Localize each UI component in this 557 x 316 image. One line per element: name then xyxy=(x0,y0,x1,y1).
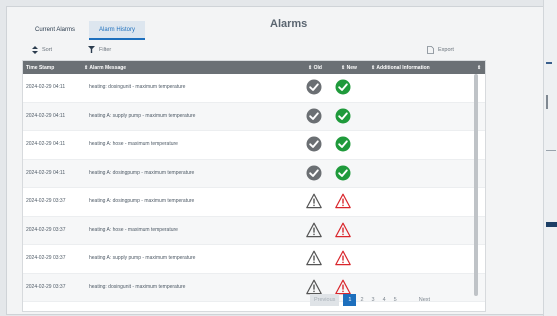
old-check-icon xyxy=(306,165,322,180)
table-row[interactable]: 2024-02-29 03:37 heating A: dosingpump - … xyxy=(23,188,485,217)
cell-old xyxy=(306,131,326,158)
cell-message: heating A: dosingpump - maximum temperat… xyxy=(89,198,195,204)
table-body: 2024-02-29 04:11 heating: dosingunit - ma… xyxy=(23,74,485,302)
page-title: Alarms xyxy=(270,18,308,30)
cell-timestamp: 2024-02-29 04:11 xyxy=(26,141,66,147)
cell-timestamp: 2024-02-29 03:37 xyxy=(26,226,66,233)
table-row[interactable]: 2024-02-29 04:11 heating A: dosingpump - … xyxy=(23,159,485,188)
side-panel-tab-marker xyxy=(546,62,552,64)
page-1-button[interactable]: 1 xyxy=(343,294,357,306)
new-check-icon xyxy=(335,108,351,123)
cell-message: heating: dosingunit - maximum temperatur… xyxy=(89,283,186,290)
cell-old xyxy=(306,160,326,187)
old-check-icon xyxy=(306,79,322,95)
cell-new xyxy=(335,160,355,187)
cell-new xyxy=(335,131,355,158)
cell-message: heating: dosingunit - maximum temperatur… xyxy=(89,84,186,90)
side-panel-divider xyxy=(546,150,556,151)
cell-new xyxy=(335,245,355,272)
export-icon xyxy=(427,46,434,54)
new-warning-icon xyxy=(335,193,351,209)
new-warning-icon xyxy=(335,250,351,266)
table-scrollbar[interactable] xyxy=(474,74,478,296)
table-row[interactable]: 2024-02-29 04:11 heating A: hose - maximu… xyxy=(23,131,485,160)
column-header-new[interactable]: ⇕ New xyxy=(341,65,357,71)
old-check-icon xyxy=(306,136,322,152)
side-panel-divider xyxy=(546,95,548,109)
new-warning-icon xyxy=(335,279,351,294)
sort-icon xyxy=(32,46,38,54)
old-warning-icon xyxy=(306,193,322,209)
old-warning-icon xyxy=(306,250,322,266)
old-check-icon xyxy=(306,108,322,123)
new-check-icon xyxy=(335,79,351,95)
cell-message: heating A: dosingpump - maximum temperat… xyxy=(89,169,195,176)
toolbar: Sort Filter Export xyxy=(22,44,484,58)
cell-old xyxy=(306,74,326,101)
new-check-icon xyxy=(335,136,351,152)
old-warning-icon xyxy=(306,279,322,294)
tab-current-alarms[interactable]: Current Alarms xyxy=(25,21,86,40)
filter-label: Filter xyxy=(99,46,112,53)
cell-timestamp: 2024-02-29 04:11 xyxy=(26,169,66,176)
column-header-old[interactable]: ⇕ Old xyxy=(308,65,322,71)
sort-button[interactable]: Sort xyxy=(32,46,52,54)
filter-button[interactable]: Filter xyxy=(88,46,111,53)
filter-icon xyxy=(88,46,95,53)
table-row[interactable]: 2024-02-29 03:37 heating A: supply pump -… xyxy=(23,245,485,274)
page-2-button[interactable]: 2 xyxy=(356,294,367,306)
sort-label: Sort xyxy=(42,47,53,53)
cell-message: heating A: supply pump - maximum tempera… xyxy=(89,255,196,261)
page-4-button[interactable]: 4 xyxy=(379,294,390,306)
page-5-button[interactable]: 5 xyxy=(390,294,401,306)
next-page-button[interactable]: Next xyxy=(415,294,434,306)
column-header-info[interactable]: ⇕ Additional Information xyxy=(371,65,430,71)
cell-new xyxy=(335,103,355,130)
cell-old xyxy=(306,188,326,215)
column-header-new-label: New xyxy=(346,65,357,71)
table-header: Time Stamp ⇕ Alarm Message ⇕ Old ⇕ New ⇕… xyxy=(23,61,485,74)
page-3-button[interactable]: 3 xyxy=(368,294,379,306)
cell-old xyxy=(306,103,326,130)
cell-timestamp: 2024-02-29 03:37 xyxy=(26,198,66,204)
column-header-timestamp[interactable]: Time Stamp xyxy=(26,65,54,71)
cell-new xyxy=(335,188,355,215)
cell-old xyxy=(306,245,326,272)
cell-message: heating A: supply pump - maximum tempera… xyxy=(89,112,196,119)
export-button[interactable]: Export xyxy=(427,46,454,54)
new-warning-icon xyxy=(335,222,351,237)
side-panel-progress-bar xyxy=(546,222,557,227)
old-warning-icon xyxy=(306,222,322,237)
cell-message: heating A: hose - maximum temperature xyxy=(89,226,178,233)
table-row[interactable]: 2024-02-29 04:11 heating: dosingunit - ma… xyxy=(23,74,485,103)
cell-new xyxy=(335,74,355,101)
cell-old xyxy=(306,217,326,244)
column-header-old-label: Old xyxy=(313,65,322,71)
pagination: Previous 1 2 3 4 5 Next xyxy=(310,294,434,306)
column-header-info-label: Additional Information xyxy=(376,65,430,71)
cell-timestamp: 2024-02-29 03:37 xyxy=(26,283,66,290)
cell-timestamp: 2024-02-29 04:11 xyxy=(26,112,66,119)
cell-timestamp: 2024-02-29 04:11 xyxy=(26,84,66,90)
previous-page-button[interactable]: Previous xyxy=(310,294,340,306)
new-check-icon xyxy=(335,165,351,180)
column-header-message-label: Alarm Message xyxy=(89,65,127,71)
tab-bar: Current Alarms Alarm History xyxy=(25,21,146,40)
cell-timestamp: 2024-02-29 03:37 xyxy=(26,255,66,261)
table-row[interactable]: 2024-02-29 04:11 heating A: supply pump -… xyxy=(23,102,485,131)
export-label: Export xyxy=(438,47,454,53)
cell-message: heating A: hose - maximum temperature xyxy=(89,141,178,147)
side-panel-edge xyxy=(543,0,557,316)
tab-alarm-history[interactable]: Alarm History xyxy=(89,21,146,40)
column-header-message[interactable]: ⇕ Alarm Message xyxy=(84,65,126,71)
alarm-history-table: Time Stamp ⇕ Alarm Message ⇕ Old ⇕ New ⇕… xyxy=(22,60,486,312)
cell-new xyxy=(335,217,355,244)
column-header-menu[interactable]: ⇕ xyxy=(477,65,481,71)
table-row[interactable]: 2024-02-29 03:37 heating A: hose - maximu… xyxy=(23,216,485,245)
